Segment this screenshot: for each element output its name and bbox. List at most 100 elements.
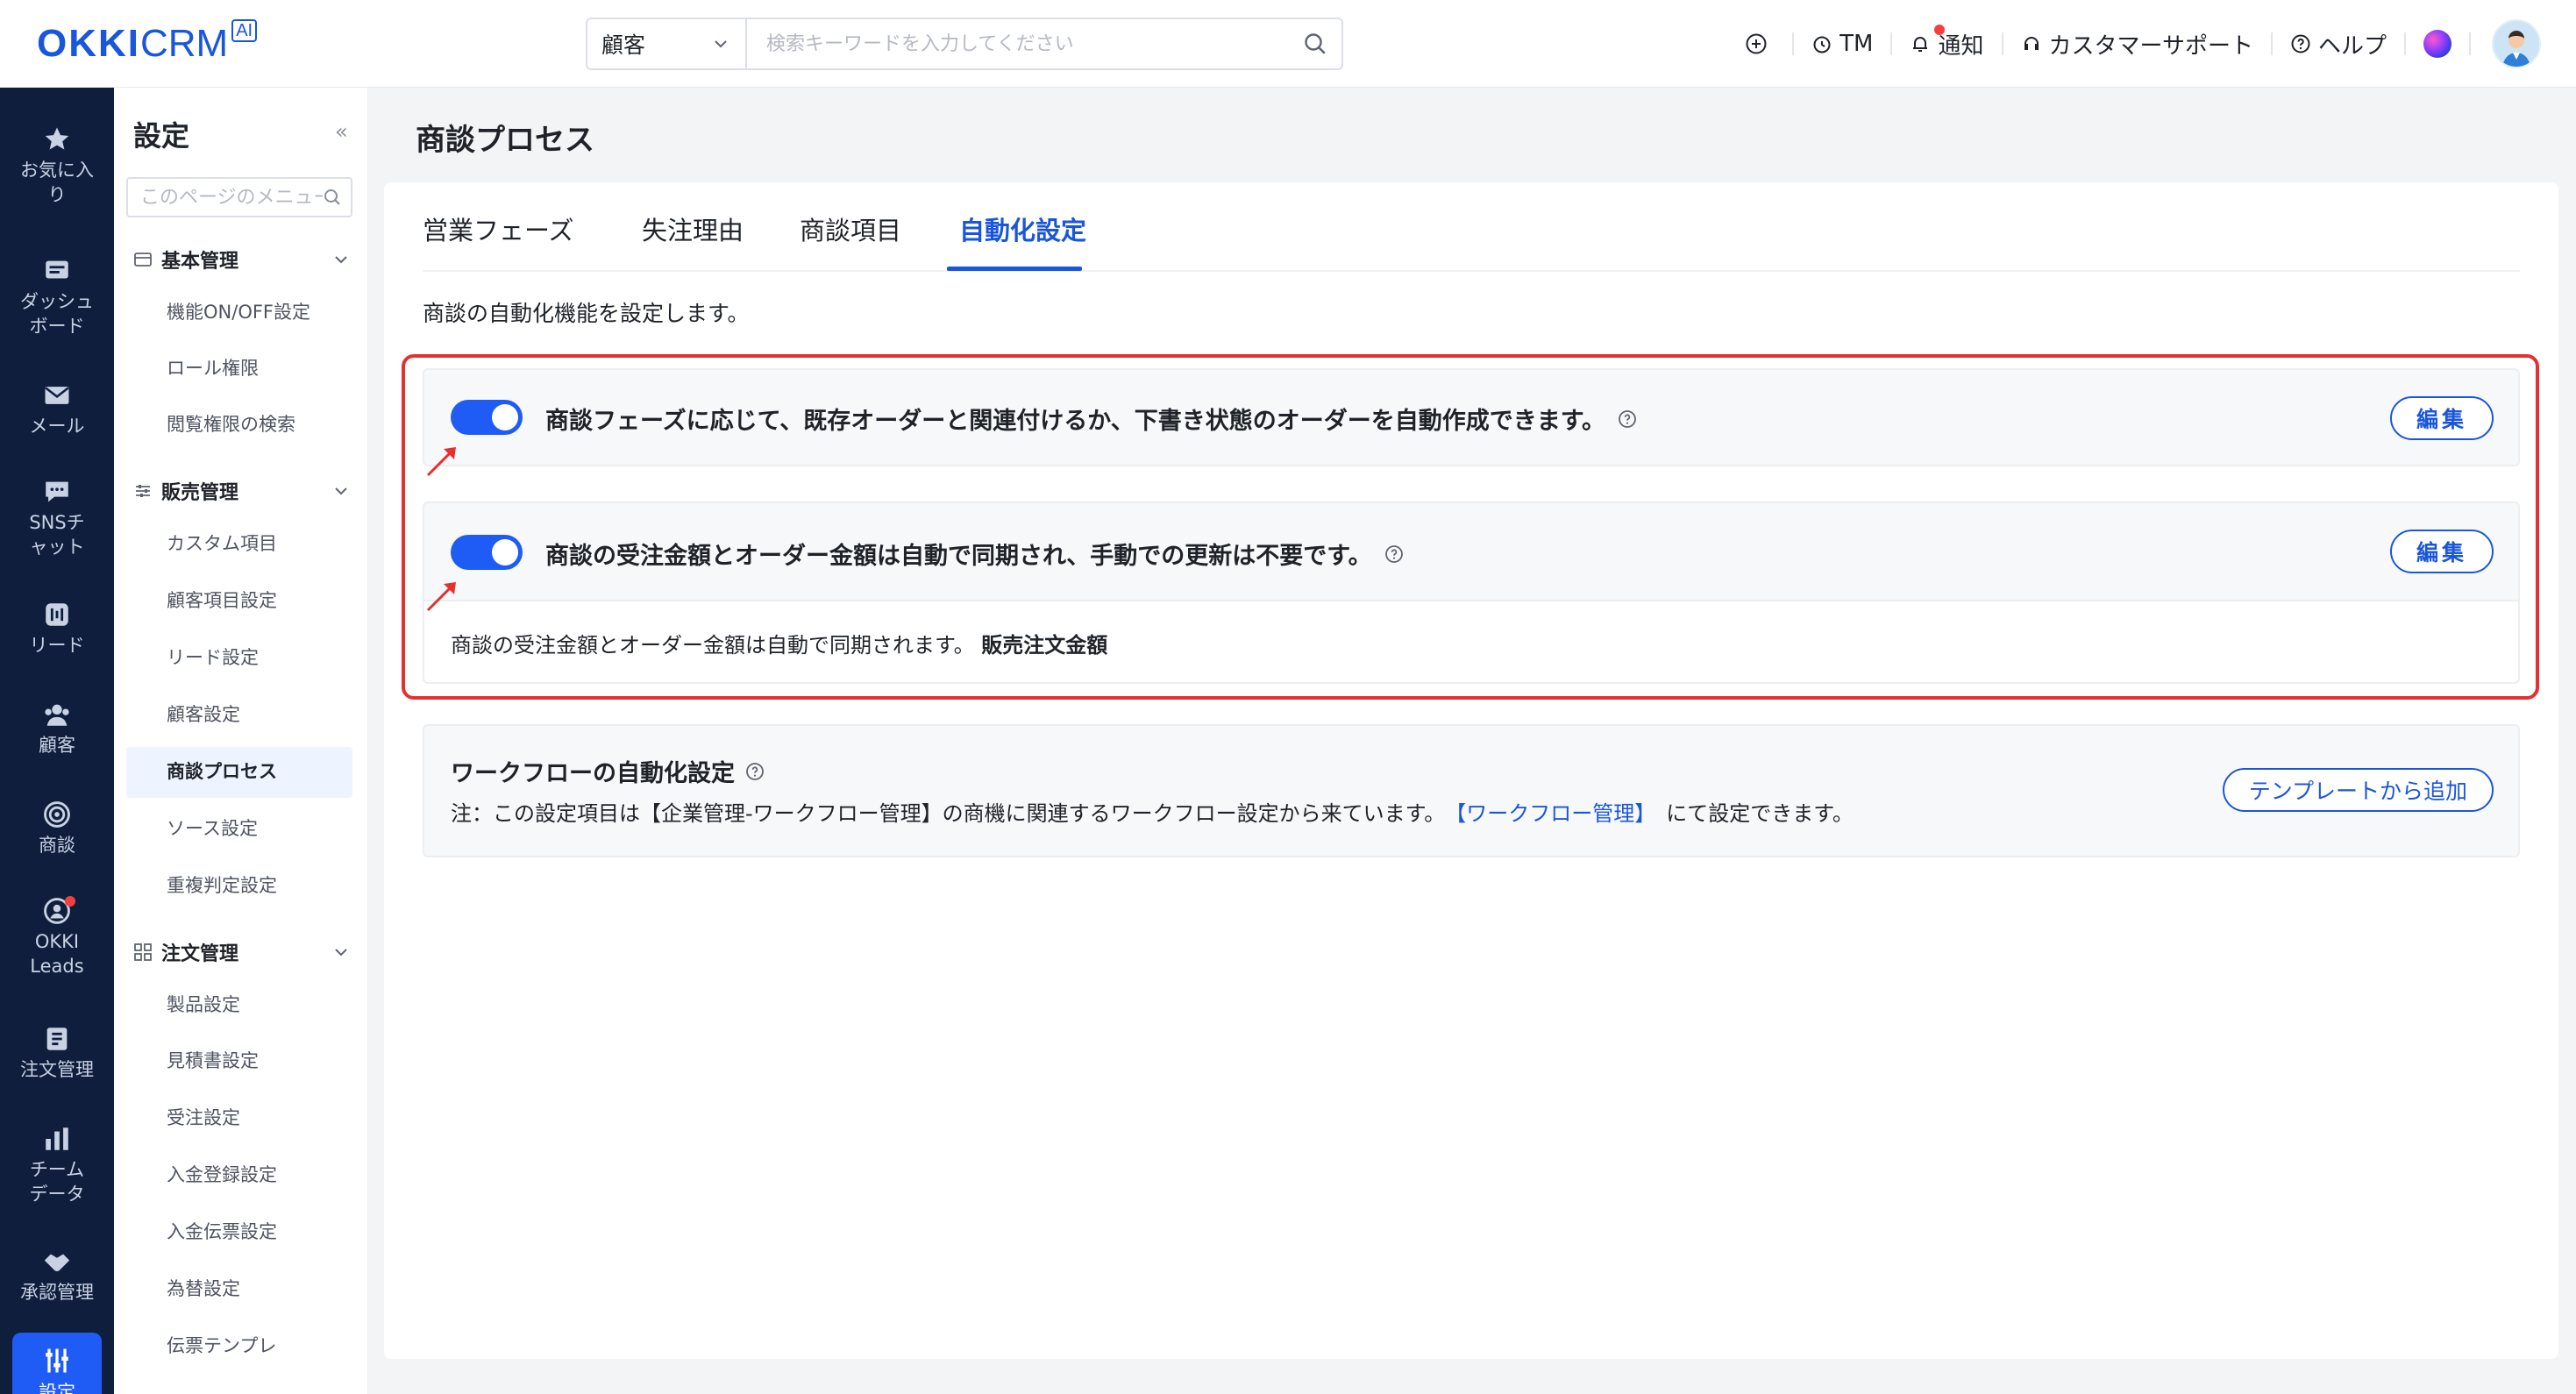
sidebar-item[interactable]: 伝票テンプレ xyxy=(167,1332,276,1358)
tab-deal-fields[interactable]: 商談項目 xyxy=(800,210,901,247)
sidebar-group-orders[interactable]: 注文管理 xyxy=(133,938,352,966)
tab-sales-phase[interactable]: 営業フェーズ xyxy=(423,210,574,247)
sidebar-item[interactable]: 入金登録設定 xyxy=(167,1161,277,1187)
sidebar-search-input[interactable] xyxy=(140,186,323,209)
chevron-down-icon xyxy=(335,949,347,957)
rail-item-dashboard[interactable]: ダッシュボード xyxy=(0,256,114,338)
workflow-note-suffix: にて設定できます。 xyxy=(1666,801,1854,826)
support-label: カスタマーサポート xyxy=(2048,32,2253,60)
rail-item-deals[interactable]: 商談 xyxy=(0,800,114,857)
okki-leads-badge-dot xyxy=(65,896,75,907)
sidebar-item[interactable]: 顧客設定 xyxy=(167,701,240,727)
sidebar-item[interactable]: ロール権限 xyxy=(167,354,259,381)
top-header: OKKI CRM AI 顧客 TM 通知 カスタマーサポート xyxy=(0,0,2576,88)
headset-icon xyxy=(2024,37,2039,50)
handshake-icon xyxy=(44,1254,70,1271)
add-button[interactable] xyxy=(1727,26,1792,61)
sidebar-item[interactable]: 機能ON/OFF設定 xyxy=(167,298,310,324)
bar-chart-icon xyxy=(46,1127,68,1150)
main-nav-rail: お気に入り ダッシュボード メール SNSチャット リード 顧客 商談 OKKI… xyxy=(0,88,114,1394)
sidebar-item[interactable]: リード設定 xyxy=(167,644,259,670)
sidebar-item[interactable]: 重複判定設定 xyxy=(167,871,277,898)
group-label: 販売管理 xyxy=(161,482,239,504)
sidebar-item[interactable]: ソース設定 xyxy=(167,814,258,841)
rail-label: OKKI Leads xyxy=(30,931,84,977)
rule-row: 商談の受注金額とオーダー金額は自動で同期され、手動での更新は不要です。 編集 xyxy=(424,503,2518,600)
sidebar-item[interactable]: 製品設定 xyxy=(167,991,240,1017)
rail-item-okki-leads[interactable]: OKKI Leads xyxy=(0,896,114,978)
customers-icon xyxy=(45,704,69,726)
workflow-automation-card: ワークフローの自動化設定 注：この設定項目は【企業管理-ワークフロー管理】の商機… xyxy=(423,724,2520,857)
okki-crm-logo[interactable]: OKKI CRM AI xyxy=(37,19,258,72)
bell-icon xyxy=(1913,37,1928,52)
user-avatar[interactable] xyxy=(2492,19,2541,68)
automation-description: 商談の自動化機能を設定します。 xyxy=(423,301,750,326)
rail-item-lead[interactable]: リード xyxy=(0,600,114,658)
rule-toggle-auto-order[interactable] xyxy=(451,400,523,435)
rail-label: 商談 xyxy=(39,835,75,856)
search-scope-select[interactable]: 顧客 xyxy=(587,19,747,68)
sidebar-item[interactable]: 受注設定 xyxy=(167,1104,240,1130)
rule-detail-text: 商談の受注金額とオーダー金額は自動で同期されます。 販売注文金額 xyxy=(451,628,1107,658)
sidebar-item-deal-process[interactable]: 商談プロセス xyxy=(167,757,277,784)
workflow-management-link[interactable]: 【ワークフロー管理】 xyxy=(1455,801,1655,826)
rail-item-settings[interactable]: 設定 xyxy=(0,1345,114,1394)
rail-label: 設定 xyxy=(39,1382,75,1394)
sidebar-group-sales[interactable]: 販売管理 xyxy=(133,477,352,505)
star-icon xyxy=(45,127,69,150)
header-divider xyxy=(2469,32,2471,55)
edit-button[interactable]: 編集 xyxy=(2389,396,2494,440)
sidebar-item[interactable]: 閲覧権限の検索 xyxy=(167,410,295,437)
help-circle-icon[interactable] xyxy=(745,762,765,781)
rule-row: 商談フェーズに応じて、既存オーダーと関連付けるか、下書き状態のオーダーを自動作成… xyxy=(424,370,2518,466)
rail-label: 承認管理 xyxy=(20,1282,94,1303)
rail-item-orders[interactable]: 注文管理 xyxy=(0,1024,114,1082)
ai-assistant-button[interactable] xyxy=(2406,26,2469,61)
basic-settings-icon xyxy=(134,252,152,267)
sidebar-item[interactable]: カスタム項目 xyxy=(167,530,277,556)
notification-button[interactable]: 通知 xyxy=(1892,25,2001,61)
help-circle-icon[interactable] xyxy=(1384,544,1404,564)
rail-item-favorites[interactable]: お気に入り xyxy=(0,124,114,207)
search-icon[interactable] xyxy=(323,188,342,207)
help-circle-icon[interactable] xyxy=(1618,409,1637,429)
rule-text: 商談の受注金額とオーダー金額は自動で同期され、手動での更新は不要です。 xyxy=(545,543,1372,570)
tab-lost-reasons[interactable]: 失注理由 xyxy=(642,210,744,247)
rule-detail-field: 販売注文金額 xyxy=(981,633,1108,658)
search-scope-value: 顧客 xyxy=(601,32,646,58)
sidebar-search xyxy=(126,177,352,217)
support-button[interactable]: カスタマーサポート xyxy=(2003,26,2271,61)
automation-rule-card: 商談の受注金額とオーダー金額は自動で同期され、手動での更新は不要です。 編集 商… xyxy=(423,501,2520,684)
rail-item-team-data[interactable]: チームデータ xyxy=(0,1124,114,1206)
chevron-down-icon xyxy=(335,256,347,264)
sidebar-group-basic[interactable]: 基本管理 xyxy=(133,245,352,274)
rail-item-customers[interactable]: 顧客 xyxy=(0,700,114,757)
tm-label: TM xyxy=(1839,31,1874,57)
sidebar-item[interactable]: 顧客項目設定 xyxy=(167,587,277,613)
help-circle-icon xyxy=(2291,34,2310,53)
logo-main-text: OKKI xyxy=(37,22,140,65)
rail-item-approvals[interactable]: 承認管理 xyxy=(0,1247,114,1305)
rail-item-mail[interactable]: メール xyxy=(0,381,114,438)
tab-automation[interactable]: 自動化設定 xyxy=(959,210,1086,247)
sidebar-item[interactable]: 為替設定 xyxy=(167,1275,240,1301)
user-avatar-icon xyxy=(2502,31,2530,67)
workflow-title-text: ワークフローの自動化設定 xyxy=(451,760,735,787)
collapse-sidebar-icon[interactable]: « xyxy=(335,119,348,144)
workflow-note: 注：この設定項目は【企業管理-ワークフロー管理】の商機に関連するワークフロー設定… xyxy=(451,796,1854,827)
sidebar-item[interactable]: 見積書設定 xyxy=(167,1047,259,1073)
header-actions: TM 通知 カスタマーサポート ヘルプ xyxy=(1727,0,2576,88)
edit-button[interactable]: 編集 xyxy=(2389,530,2494,573)
workflow-note-prefix: 注：この設定項目は【企業管理-ワークフロー管理】の商機に関連するワークフロー設定… xyxy=(451,801,1446,826)
sidebar-item[interactable]: 入金伝票設定 xyxy=(167,1218,277,1244)
search-icon[interactable] xyxy=(1289,19,1341,68)
rule-toggle-amount-sync[interactable] xyxy=(451,535,523,570)
tm-button[interactable]: TM xyxy=(1794,26,1890,61)
rail-item-sns-chat[interactable]: SNSチャット xyxy=(0,477,114,559)
group-label: 基本管理 xyxy=(161,251,239,273)
search-input[interactable] xyxy=(747,19,1289,68)
toggle-knob xyxy=(492,404,518,430)
add-from-template-button[interactable]: テンプレートから追加 xyxy=(2222,768,2494,812)
sales-settings-icon xyxy=(136,485,150,497)
help-button[interactable]: ヘルプ xyxy=(2273,26,2404,61)
